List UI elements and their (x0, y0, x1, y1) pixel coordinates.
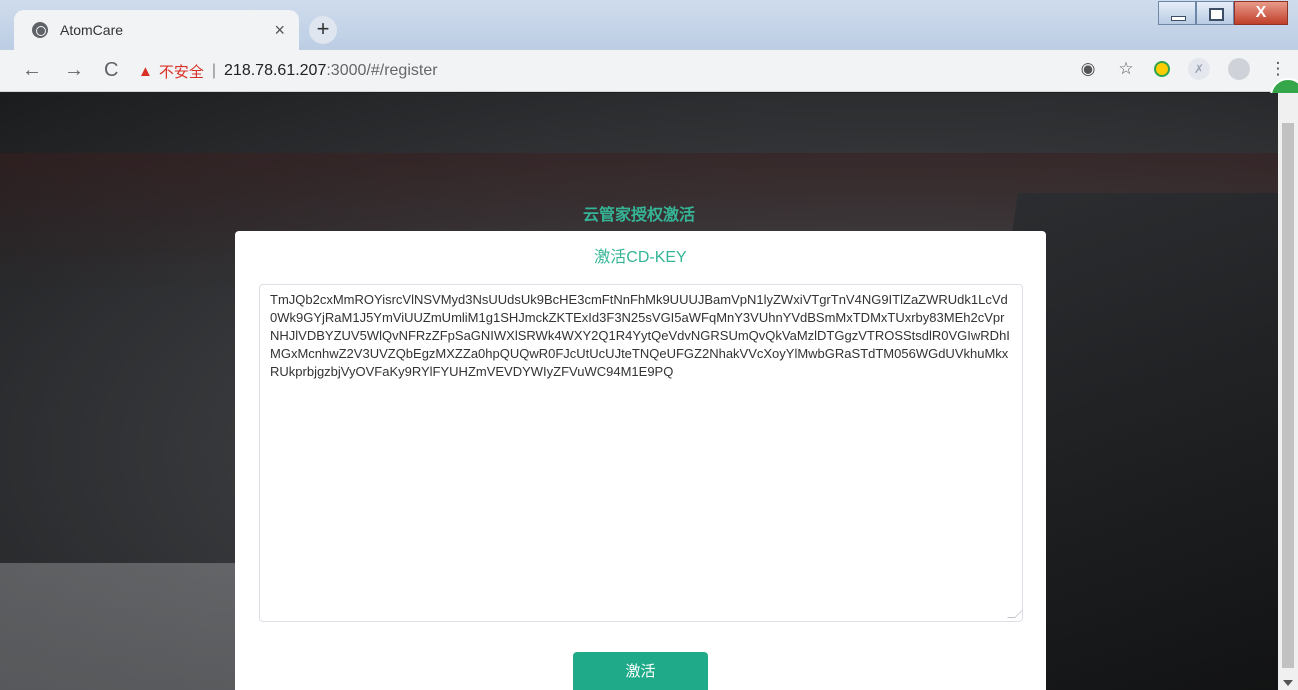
address-toolbar: ← → C ▲ 不安全 | 218.78.61.207 :3000/#/regi… (0, 50, 1298, 92)
tab-title: AtomCare (60, 22, 124, 38)
bookmark-star-icon[interactable]: ☆ (1116, 59, 1136, 79)
url-path: :3000/#/register (326, 62, 438, 79)
page-heading: 云管家授权激活 (582, 207, 695, 224)
browser-titlebar: AtomCare × + X (0, 0, 1298, 50)
cdkey-textarea[interactable]: TmJQb2cxMmROYisrcVlNSVMyd3NsUUdsUk9BcHE3… (259, 284, 1023, 622)
toolbar-icons: ◉ ☆ ✗ ⋮ (1078, 58, 1288, 80)
new-tab-button[interactable]: + (309, 16, 337, 44)
url-bar[interactable]: ▲ 不安全 | 218.78.61.207 :3000/#/register (138, 57, 1038, 85)
activate-button[interactable]: 激活 (573, 652, 708, 690)
security-label[interactable]: 不安全 (159, 61, 204, 82)
menu-dots-icon[interactable]: ⋮ (1268, 59, 1288, 79)
register-page: 云管家授权激活 激活CD-KEY TmJQb2cxMmROYisrcVlNSVM… (0, 93, 1278, 690)
resize-handle-icon[interactable] (1007, 610, 1022, 618)
back-arrow-icon[interactable]: ← (22, 58, 42, 82)
window-controls: X (1158, 1, 1288, 25)
close-window-button[interactable]: X (1234, 1, 1288, 25)
reload-icon[interactable]: C (104, 58, 118, 82)
card-title: 激活CD-KEY (594, 249, 687, 266)
minimize-button[interactable] (1158, 1, 1196, 25)
activation-card: 激活CD-KEY TmJQb2cxMmROYisrcVlNSVMyd3NsUUd… (235, 231, 1046, 690)
globe-icon (32, 22, 48, 38)
scroll-down-arrow-icon[interactable] (1283, 680, 1293, 686)
cdkey-value: TmJQb2cxMmROYisrcVlNSVMyd3NsUUdsUk9BcHE3… (270, 292, 1010, 379)
extension-icon[interactable] (1154, 61, 1170, 77)
url-separator: | (211, 62, 217, 79)
scrollbar-thumb[interactable] (1282, 123, 1294, 668)
maximize-button[interactable] (1196, 1, 1234, 25)
browser-tab[interactable]: AtomCare × (14, 10, 299, 50)
cookie-blocked-icon[interactable]: ◉ (1078, 59, 1098, 79)
profile-avatar-icon[interactable] (1228, 58, 1250, 80)
close-tab-icon[interactable]: × (274, 21, 285, 39)
page-scrollbar[interactable] (1278, 93, 1298, 690)
forward-arrow-icon[interactable]: → (64, 58, 84, 82)
url-host: 218.78.61.207 (224, 62, 327, 79)
extension-round-icon[interactable]: ✗ (1188, 58, 1210, 80)
warning-triangle-icon: ▲ (138, 62, 153, 80)
